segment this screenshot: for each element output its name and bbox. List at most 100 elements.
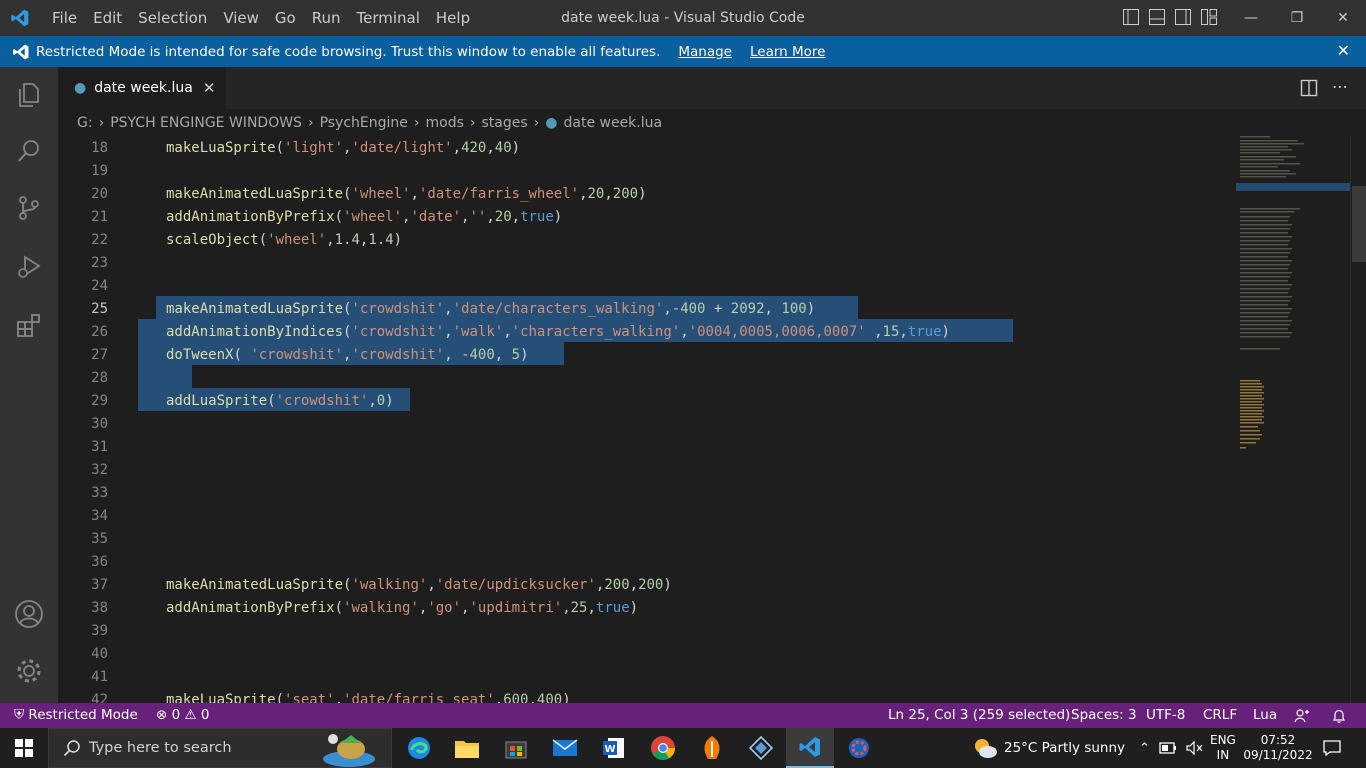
microsoft-store-icon[interactable] [492,728,540,768]
menu-help[interactable]: Help [428,0,478,36]
code-line[interactable]: 18 makeLuaSprite('light','date/light',420… [58,137,1228,160]
extensions-icon[interactable] [0,301,58,349]
banner-close-icon[interactable]: ✕ [1337,41,1350,60]
breadcrumb-folder[interactable]: PSYCH ENGINGE WINDOWS [110,115,302,131]
input-language-indicator[interactable]: ENG IN [1210,728,1236,768]
menu-view[interactable]: View [215,0,267,36]
windows-start-icon[interactable] [0,728,48,768]
code-line[interactable]: 27 doTweenX( 'crowdshit','crowdshit', -40… [58,344,1228,367]
error-icon: ⊗ [156,707,168,723]
split-editor-icon[interactable] [1300,79,1318,97]
line-number: 23 [91,255,108,271]
svg-text:W: W [604,744,615,755]
more-actions-icon[interactable]: ⋯ [1332,79,1348,97]
tab-close-icon[interactable]: ✕ [203,79,216,97]
clock[interactable]: 07:52 09/11/2022 [1243,728,1312,768]
file-explorer-icon[interactable] [443,728,491,768]
breadcrumb-file[interactable]: date week.lua [563,115,662,131]
code-line[interactable]: 38 addAnimationByPrefix('walking','go','u… [58,597,1228,620]
eol-status[interactable]: CRLF [1203,703,1237,728]
code-line[interactable]: 26 addAnimationByIndices('crowdshit','wal… [58,321,1228,344]
code-line[interactable]: 31 [58,436,1228,459]
menu-terminal[interactable]: Terminal [349,0,428,36]
code-line[interactable]: 25 makeAnimatedLuaSprite('crowdshit','dat… [58,298,1228,321]
code-line[interactable]: 30 [58,413,1228,436]
cursor-position[interactable]: Ln 25, Col 3 (259 selected) [888,703,1070,728]
code-line[interactable]: 36 [58,551,1228,574]
code-line[interactable]: 33 [58,482,1228,505]
code-line[interactable]: 23 [58,252,1228,275]
code-line[interactable]: 29 addLuaSprite('crowdshit',0) [58,390,1228,413]
close-window-icon[interactable]: ✕ [1320,0,1366,36]
menu-run[interactable]: Run [304,0,349,36]
source-control-icon[interactable] [0,184,58,232]
app-gear-icon[interactable] [835,728,883,768]
toggle-panel-icon[interactable] [1148,8,1166,26]
code-line[interactable]: 19 [58,160,1228,183]
menu-selection[interactable]: Selection [130,0,215,36]
line-number: 28 [91,370,108,386]
restore-icon[interactable]: ❐ [1274,0,1320,36]
code-line[interactable]: 40 [58,643,1228,666]
explorer-icon[interactable] [0,71,58,119]
code-line[interactable]: 34 [58,505,1228,528]
accounts-icon[interactable] [0,590,58,638]
edge-browser-icon[interactable] [395,728,443,768]
menu-file[interactable]: File [44,0,85,36]
word-icon[interactable]: W [590,728,638,768]
menu-edit[interactable]: Edit [85,0,130,36]
code-line[interactable]: 21 addAnimationByPrefix('wheel','date',''… [58,206,1228,229]
breadcrumb-folder[interactable]: stages [482,115,528,131]
manage-link[interactable]: Manage [678,44,732,60]
menu-go[interactable]: Go [267,0,304,36]
code-line[interactable]: 22 scaleObject('wheel',1.4,1.4) [58,229,1228,252]
minimap[interactable] [1236,136,1350,456]
action-center-icon[interactable] [1322,728,1342,768]
code-line[interactable]: 32 [58,459,1228,482]
volume-muted-icon[interactable] [1186,741,1204,755]
code-line[interactable]: 37 makeAnimatedLuaSprite('walking','date/… [58,574,1228,597]
restricted-mode-status[interactable]: ⛨ Restricted Mode [14,703,138,728]
fl-studio-icon[interactable] [688,728,736,768]
breadcrumb-drive[interactable]: G: [77,115,93,131]
indentation-status[interactable]: Spaces: 3 [1071,703,1137,728]
code-text: scaleObject('wheel',1.4,1.4) [166,232,403,248]
breadcrumb-folder[interactable]: mods [426,115,464,131]
code-line[interactable]: 42 makeLuaSprite('seat','date/farris_seat… [58,689,1228,703]
scrollbar-thumb[interactable] [1352,186,1366,262]
language-mode[interactable]: Lua [1253,703,1277,728]
battery-icon[interactable] [1159,742,1177,754]
toggle-primary-sidebar-icon[interactable] [1122,8,1140,26]
minimize-icon[interactable]: — [1228,0,1274,36]
search-icon[interactable] [0,127,58,175]
mail-icon[interactable] [541,728,589,768]
show-hidden-icons-chevron-icon[interactable]: ⌃ [1139,741,1150,756]
code-text: makeAnimatedLuaSprite('crowdshit','date/… [166,301,816,317]
code-editor[interactable]: 18 makeLuaSprite('light','date/light',420… [58,136,1366,703]
code-line[interactable]: 35 [58,528,1228,551]
encoding-status[interactable]: UTF-8 [1146,703,1185,728]
learn-more-link[interactable]: Learn More [750,44,826,60]
language-code: ENG [1210,733,1236,747]
breadcrumb-folder[interactable]: PsychEngine [320,115,408,131]
tab-date-week-lua[interactable]: ● date week.lua ✕ [58,67,226,109]
toggle-secondary-sidebar-icon[interactable] [1174,8,1192,26]
weather-widget[interactable]: 25°C Partly sunny [972,728,1125,768]
vertical-scrollbar[interactable] [1350,136,1366,703]
code-line[interactable]: 24 [58,275,1228,298]
app-diamond-icon[interactable] [737,728,785,768]
line-number: 31 [91,439,108,455]
taskbar-search-box[interactable]: Type here to search [48,728,392,768]
customize-layout-icon[interactable] [1200,8,1218,26]
problems-status[interactable]: ⊗ 0 ⚠ 0 [156,703,210,728]
vscode-taskbar-icon[interactable] [786,728,834,768]
line-number: 24 [91,278,108,294]
code-line[interactable]: 28 [58,367,1228,390]
chrome-icon[interactable] [639,728,687,768]
partly-sunny-icon [975,739,997,758]
code-line[interactable]: 41 [58,666,1228,689]
code-line[interactable]: 20 makeAnimatedLuaSprite('wheel','date/fa… [58,183,1228,206]
run-debug-icon[interactable] [0,242,58,290]
manage-gear-icon[interactable] [0,647,58,695]
code-line[interactable]: 39 [58,620,1228,643]
